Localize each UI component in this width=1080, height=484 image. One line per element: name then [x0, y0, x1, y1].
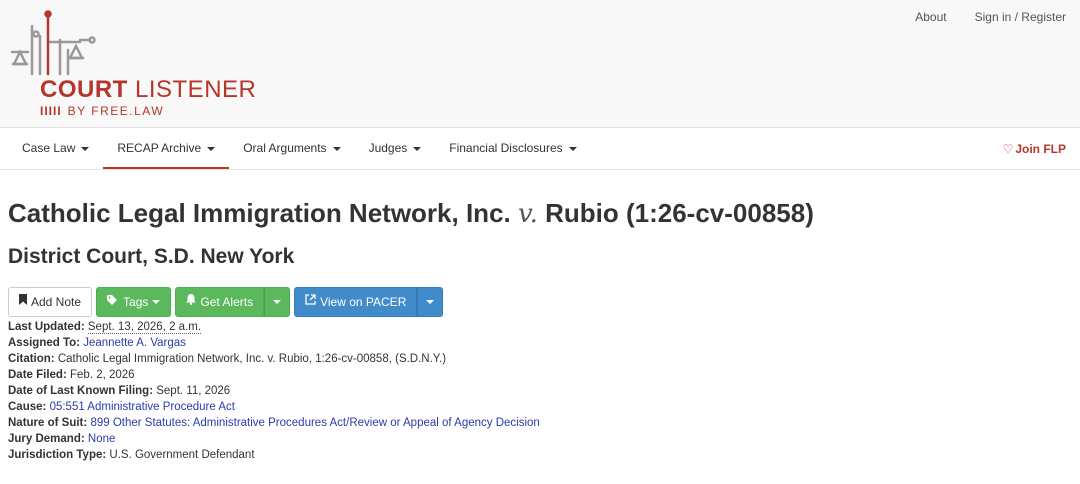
brand-name: COURT LISTENER [40, 76, 257, 103]
nature-of-suit-link[interactable]: 899 Other Statutes: Administrative Proce… [90, 417, 539, 429]
join-flp-link[interactable]: ♡ Join FLP [1003, 128, 1066, 170]
bell-icon [186, 288, 197, 316]
top-links: About Sign in / Register [915, 10, 1066, 24]
bookmark-icon [19, 288, 27, 316]
detail-citation: Citation: Catholic Legal Immigration Net… [8, 353, 447, 365]
pacer-dropdown-toggle[interactable] [417, 287, 444, 317]
brand-byline: IIIII BY FREE.LAW [40, 104, 165, 118]
alerts-dropdown-toggle[interactable] [264, 287, 291, 317]
caret-down-icon [426, 300, 435, 304]
site-header: COURT LISTENER IIIII BY FREE.LAW About Si… [0, 0, 1080, 128]
detail-cause: Cause: 05:551 Administrative Procedure A… [8, 401, 235, 413]
case-details: Last Updated: Sept. 13, 2026, 2 a.m. Ass… [8, 319, 1072, 463]
detail-assigned-to: Assigned To: Jeannette A. Vargas [8, 337, 186, 349]
tags-button[interactable]: Tags [96, 287, 172, 317]
detail-jury-demand: Jury Demand: None [8, 433, 116, 445]
detail-nature-of-suit: Nature of Suit: 899 Other Statutes: Admi… [8, 417, 540, 429]
pacer-button-group: View on PACER [294, 287, 444, 317]
caret-down-icon [568, 146, 577, 151]
court-name: District Court, S.D. New York [8, 245, 295, 268]
nav-oral-arguments[interactable]: Oral Arguments [229, 128, 354, 170]
detail-jurisdiction: Jurisdiction Type: U.S. Government Defen… [8, 449, 255, 461]
cause-link[interactable]: 05:551 Administrative Procedure Act [50, 401, 235, 413]
jury-demand-link[interactable]: None [88, 433, 116, 445]
main-nav: Case Law RECAP Archive Oral Arguments Ju… [0, 128, 1080, 170]
caret-down-icon [413, 146, 422, 151]
caret-down-icon [152, 300, 161, 304]
caret-down-icon [332, 146, 341, 151]
heart-icon: ♡ [1002, 142, 1014, 156]
site-logo[interactable]: COURT LISTENER IIIII BY FREE.LAW [8, 10, 268, 120]
caret-down-icon [273, 300, 282, 304]
nav-financial-disclosures[interactable]: Financial Disclosures [435, 128, 590, 170]
external-link-icon [305, 288, 316, 316]
alerts-button-group: Get Alerts [175, 287, 291, 317]
add-note-button[interactable]: Add Note [8, 287, 93, 317]
logo-scales-icon [10, 10, 96, 76]
caret-down-icon [207, 146, 216, 151]
caret-down-icon [81, 146, 90, 151]
case-title: Catholic Legal Immigration Network, Inc.… [8, 198, 814, 229]
signin-link[interactable]: Sign in / Register [975, 10, 1066, 24]
about-link[interactable]: About [915, 10, 946, 24]
judge-link[interactable]: Jeannette A. Vargas [83, 337, 186, 349]
get-alerts-button[interactable]: Get Alerts [175, 287, 265, 317]
detail-last-updated: Last Updated: Sept. 13, 2026, 2 a.m. [8, 321, 202, 334]
nav-recap-archive[interactable]: RECAP Archive [103, 128, 230, 169]
tags-icon [107, 288, 119, 316]
nav-judges[interactable]: Judges [355, 128, 436, 170]
detail-last-filing: Date of Last Known Filing: Sept. 11, 202… [8, 385, 231, 397]
action-buttons: Add Note Tags Get Alerts View on PACER [8, 287, 1072, 317]
view-on-pacer-button[interactable]: View on PACER [294, 287, 418, 317]
case-content: Catholic Legal Immigration Network, Inc.… [8, 196, 1072, 463]
nav-case-law[interactable]: Case Law [8, 128, 103, 170]
detail-date-filed: Date Filed: Feb. 2, 2026 [8, 369, 135, 381]
